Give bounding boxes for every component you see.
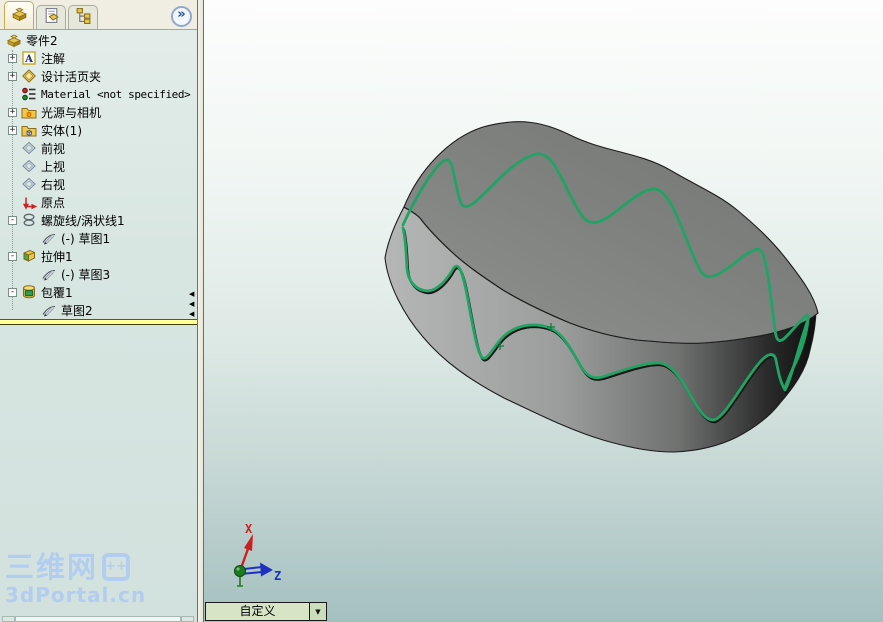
left-arrow-icon: ◀: [189, 310, 195, 318]
tree-item-label: 草图2: [61, 303, 93, 318]
property-icon: [43, 7, 60, 28]
tree-item-label: 前视: [41, 141, 66, 156]
triad-z-label: Z: [274, 569, 281, 583]
lights-icon: [21, 104, 37, 120]
tree-item-label: 注解: [41, 51, 66, 66]
plane-icon: [21, 158, 37, 174]
model-scene: X Z: [234, 121, 819, 587]
triad-x-label: X: [245, 522, 253, 536]
tab-propertymanager[interactable]: [36, 5, 66, 29]
left-arrow-icon: ◀: [189, 300, 195, 308]
expand-toggle[interactable]: -: [8, 251, 17, 261]
tree-item-front-plane[interactable]: 前视: [0, 139, 197, 157]
sketch-icon: [41, 230, 57, 246]
reference-triad: X Z: [234, 522, 281, 587]
watermark-text-url: 3dPortal.cn: [5, 583, 147, 608]
sketch-icon: [41, 266, 57, 282]
svg-text:A: A: [24, 54, 33, 65]
scroll-right-button[interactable]: [181, 616, 194, 622]
tree-horizontal-scrollbar[interactable]: [2, 616, 194, 622]
panel-expand-button[interactable]: »: [171, 6, 192, 27]
watermark-logo-icon: ++: [102, 553, 131, 582]
tree-item-design-binder[interactable]: + 设计活页夹: [0, 67, 197, 85]
binder-icon: [21, 68, 37, 84]
tree-item-wrap1[interactable]: - 包覆1: [0, 283, 197, 301]
sketch-icon: [41, 302, 57, 318]
part-icon: [11, 5, 28, 26]
watermark-text-cn: 三维网: [5, 550, 99, 584]
tree-item-label: 零件2: [26, 33, 58, 48]
helix-icon: [21, 212, 37, 228]
expand-toggle[interactable]: +: [8, 125, 17, 135]
tree-item-sketch1[interactable]: (-) 草图1: [0, 229, 197, 247]
extrude-icon: [21, 248, 37, 264]
tree-item-helix-spiral1[interactable]: - 螺旋线/涡状线1: [0, 211, 197, 229]
configuration-icon: [75, 7, 92, 28]
left-arrow-icon: ◀: [189, 290, 195, 298]
tree-item-solid-bodies[interactable]: + 实体(1): [0, 121, 197, 139]
scroll-left-button[interactable]: [2, 616, 15, 622]
tree-item-sketch2[interactable]: 草图2: [0, 301, 197, 319]
tree-item-label: 实体(1): [41, 123, 82, 138]
wrap-icon: [21, 284, 37, 300]
plane-icon: [21, 176, 37, 192]
scroll-thumb[interactable]: [15, 616, 181, 622]
feature-tree: 零件2 + A 注解 + 设计活页夹 Material <not specifi…: [0, 31, 197, 319]
tree-item-label: (-) 草图3: [61, 267, 111, 282]
tree-item-annotations[interactable]: + A 注解: [0, 49, 197, 67]
tree-item-label: 包覆1: [41, 285, 73, 300]
solidworks-window: » 零件2 + A 注解 + 设计活页夹 Material <not speci…: [0, 0, 883, 622]
tree-item-label: 螺旋线/涡状线1: [41, 213, 125, 228]
plane-icon: [21, 140, 37, 156]
material-icon: [21, 86, 37, 102]
combo-value: 自定义: [239, 604, 276, 618]
tree-item-label: 原点: [41, 195, 66, 210]
combo-dropdown-button[interactable]: ▼: [309, 603, 326, 620]
rollback-bar[interactable]: [0, 319, 197, 325]
panel-tab-strip: »: [0, 0, 197, 30]
tree-item-label: (-) 草图1: [61, 231, 111, 246]
view-orientation-combo[interactable]: 自定义 ▼: [205, 602, 327, 621]
tab-featuremanager[interactable]: [4, 1, 34, 29]
part-icon: [6, 32, 22, 48]
featuremanager-panel: » 零件2 + A 注解 + 设计活页夹 Material <not speci…: [0, 0, 197, 622]
tree-item-label: 拉伸1: [41, 249, 73, 264]
graphics-viewport[interactable]: X Z 自定义 ▼: [204, 0, 883, 622]
tree-item-label: 右视: [41, 177, 66, 192]
tree-item-right-plane[interactable]: 右视: [0, 175, 197, 193]
expand-toggle[interactable]: +: [8, 53, 17, 63]
tree-item-extrude1[interactable]: - 拉伸1: [0, 247, 197, 265]
tree-item-label: 设计活页夹: [41, 69, 102, 84]
tab-configurationmanager[interactable]: [68, 5, 98, 29]
origin-icon: [21, 194, 37, 210]
expand-toggle[interactable]: +: [8, 107, 17, 117]
annotations-icon: A: [21, 50, 37, 66]
panel-splitter[interactable]: [197, 0, 204, 622]
tree-item-top-plane[interactable]: 上视: [0, 157, 197, 175]
tree-item-lights-cameras[interactable]: + 光源与相机: [0, 103, 197, 121]
watermark: 三维网 ++ 3dPortal.cn: [5, 550, 147, 608]
tree-item-label: 光源与相机: [41, 105, 102, 120]
expand-toggle[interactable]: -: [8, 287, 17, 297]
tree-item-origin[interactable]: 原点: [0, 193, 197, 211]
splitter-collapse-arrows[interactable]: ◀ ◀ ◀: [189, 289, 194, 319]
expand-toggle[interactable]: +: [8, 71, 17, 81]
tree-item-sketch3[interactable]: (-) 草图3: [0, 265, 197, 283]
tree-item-label: Material <not specified>: [41, 87, 191, 101]
tree-item-part2[interactable]: 零件2: [0, 31, 197, 49]
bodies-icon: [21, 122, 37, 138]
caret-down-icon: ▼: [315, 607, 321, 616]
tree-item-material[interactable]: Material <not specified>: [0, 85, 197, 103]
expand-toggle[interactable]: -: [8, 215, 17, 225]
tree-item-label: 上视: [41, 159, 66, 174]
